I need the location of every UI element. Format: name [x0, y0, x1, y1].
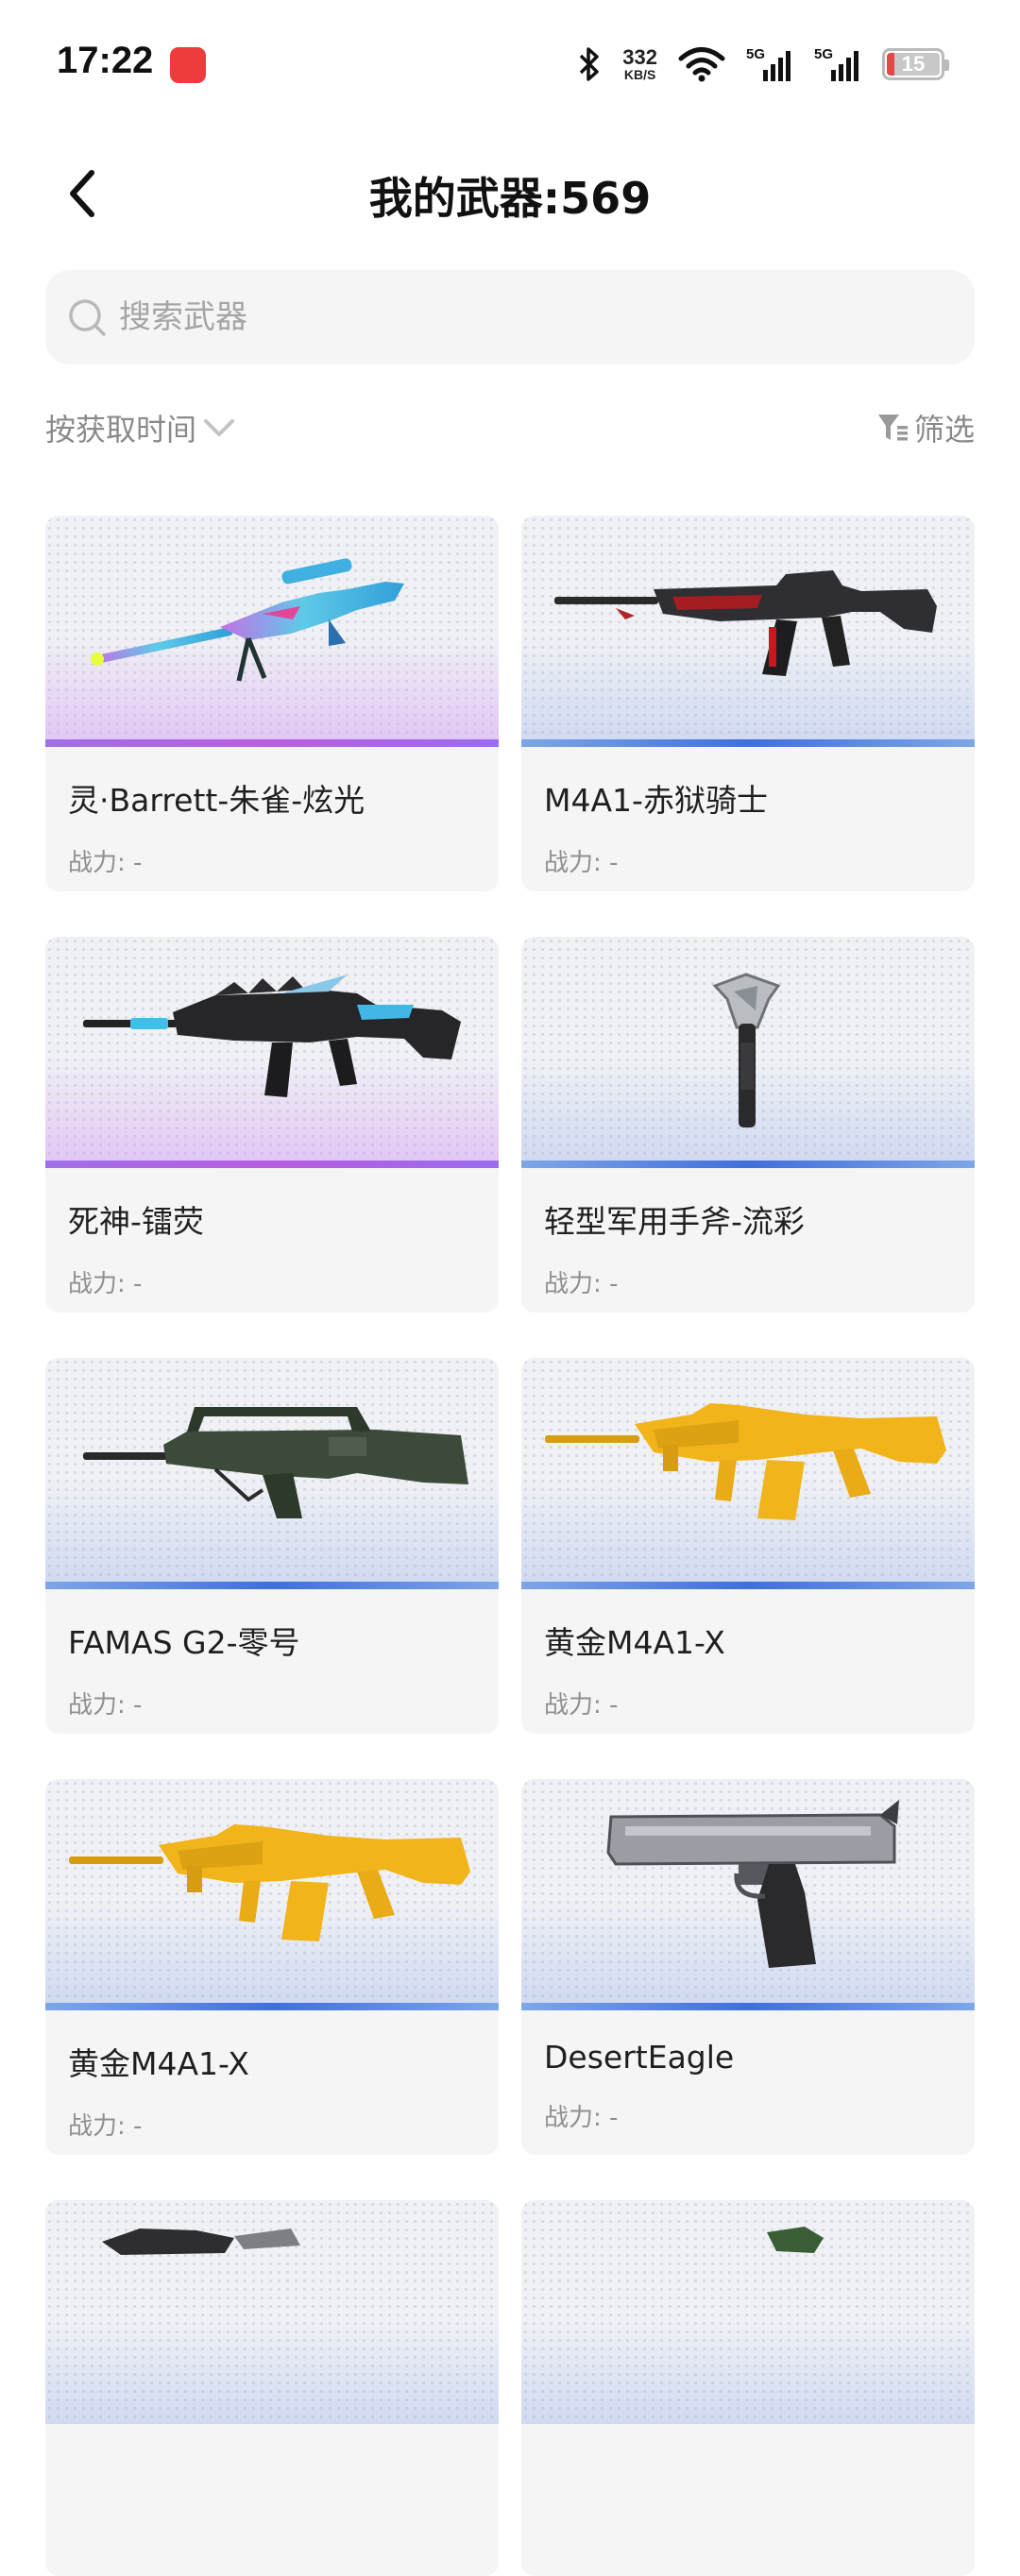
weapon-name: 死神-镭荧: [68, 1203, 204, 1240]
gold-rifle-icon: [545, 1403, 946, 1520]
pistol-icon: [606, 1800, 899, 1968]
bullpup-rifle-icon: [83, 1407, 468, 1518]
weapon-image: [521, 937, 975, 1161]
app-notification-icon: [170, 47, 206, 83]
weapon-name: 黄金M4A1-X: [68, 2045, 249, 2082]
rarity-bar: [45, 739, 499, 747]
weapon-image: [521, 1779, 975, 2003]
weapon-image: [521, 1358, 975, 1582]
weapon-card[interactable]: 轻型军用手斧-流彩 战力: -: [521, 937, 975, 1313]
toolbar: 按获取时间 筛选: [45, 406, 975, 463]
weapon-power: 战力: -: [68, 849, 143, 877]
chevron-down-icon: [204, 419, 235, 436]
weapon-name: DesertEagle: [544, 2039, 735, 2076]
weapon-power: 战力: -: [544, 1691, 619, 1720]
battery-icon: 15: [882, 48, 949, 80]
weapon-image: [521, 516, 975, 739]
page-title: 我的武器:569: [368, 173, 652, 224]
weapon-power: 战力: -: [544, 1270, 619, 1298]
cellular-signal-icon: 5G: [746, 46, 790, 81]
weapon-image: [45, 1779, 499, 2003]
gold-rifle-icon: [69, 1824, 470, 1941]
filter-icon: [877, 415, 908, 441]
weapon-name: 黄金M4A1-X: [544, 1624, 725, 1661]
rarity-bar: [45, 1161, 499, 1168]
hatchet-icon: [712, 973, 781, 1127]
weapon-name: M4A1-赤狱骑士: [544, 782, 768, 819]
wifi-icon: [678, 47, 725, 82]
sort-label: 按获取时间: [45, 412, 197, 448]
sniper-rifle-icon: [91, 558, 404, 682]
weapon-icon: [767, 2227, 824, 2253]
assault-rifle-icon: [83, 974, 461, 1097]
weapon-name: 灵·Barrett-朱雀-炫光: [68, 782, 366, 819]
weapon-card[interactable]: 死神-镭荧 战力: -: [45, 937, 499, 1313]
filter-label: 筛选: [913, 412, 975, 448]
rarity-bar: [521, 1161, 975, 1168]
weapon-card[interactable]: [45, 2200, 499, 2576]
network-speed: 332 KB/S: [622, 45, 657, 82]
rarity-bar: [521, 1582, 975, 1589]
network-speed-unit: KB/S: [623, 67, 656, 82]
weapon-power: 战力: -: [68, 1270, 143, 1298]
signal-2-label: 5G: [814, 46, 833, 62]
bluetooth-icon: [580, 47, 600, 81]
status-bar: 17:22 332 KB/S 5G 5G 15: [0, 0, 1020, 132]
search-input[interactable]: [117, 297, 873, 337]
weapon-power: 战力: -: [68, 2112, 143, 2141]
weapon-image: [521, 2200, 975, 2424]
weapon-image: [45, 516, 499, 739]
weapon-image: [45, 1358, 499, 1582]
weapon-card[interactable]: [521, 2200, 975, 2576]
weapon-image: [45, 937, 499, 1161]
weapon-card[interactable]: DesertEagle 战力: -: [521, 1779, 975, 2155]
weapon-card[interactable]: 灵·Barrett-朱雀-炫光 战力: -: [45, 516, 499, 891]
search-box[interactable]: [45, 270, 975, 364]
weapon-card[interactable]: 黄金M4A1-X 战力: -: [45, 1779, 499, 2155]
assault-rifle-icon: [554, 570, 937, 676]
signal-1-label: 5G: [746, 46, 765, 62]
weapon-grid: 灵·Barrett-朱雀-炫光 战力: - M4A1-赤狱骑士 战力: - 死神…: [45, 516, 975, 2576]
weapon-icon: [102, 2229, 300, 2255]
weapon-card[interactable]: M4A1-赤狱骑士 战力: -: [521, 516, 975, 891]
weapon-power: 战力: -: [68, 1691, 143, 1720]
rarity-bar: [521, 2003, 975, 2010]
weapon-card[interactable]: 黄金M4A1-X 战力: -: [521, 1358, 975, 1734]
status-time: 17:22: [57, 40, 154, 81]
weapon-image: [45, 2200, 499, 2424]
weapon-power: 战力: -: [544, 2104, 619, 2132]
search-icon: [69, 299, 106, 336]
sort-dropdown[interactable]: 按获取时间: [45, 406, 236, 449]
rarity-bar: [521, 739, 975, 747]
rarity-bar: [45, 1582, 499, 1589]
weapon-name: 轻型军用手斧-流彩: [544, 1203, 805, 1240]
network-speed-value: 332: [622, 45, 657, 69]
weapon-name: FAMAS G2-零号: [68, 1624, 300, 1661]
header: 我的武器:569: [0, 142, 1020, 246]
weapon-card[interactable]: FAMAS G2-零号 战力: -: [45, 1358, 499, 1734]
battery-level: 15: [887, 52, 940, 76]
weapon-power: 战力: -: [544, 849, 619, 877]
filter-button[interactable]: 筛选: [876, 406, 975, 449]
status-indicators: 332 KB/S 5G 5G 15: [577, 42, 949, 87]
cellular-signal-icon: 5G: [814, 46, 858, 81]
rarity-bar: [45, 2003, 499, 2010]
